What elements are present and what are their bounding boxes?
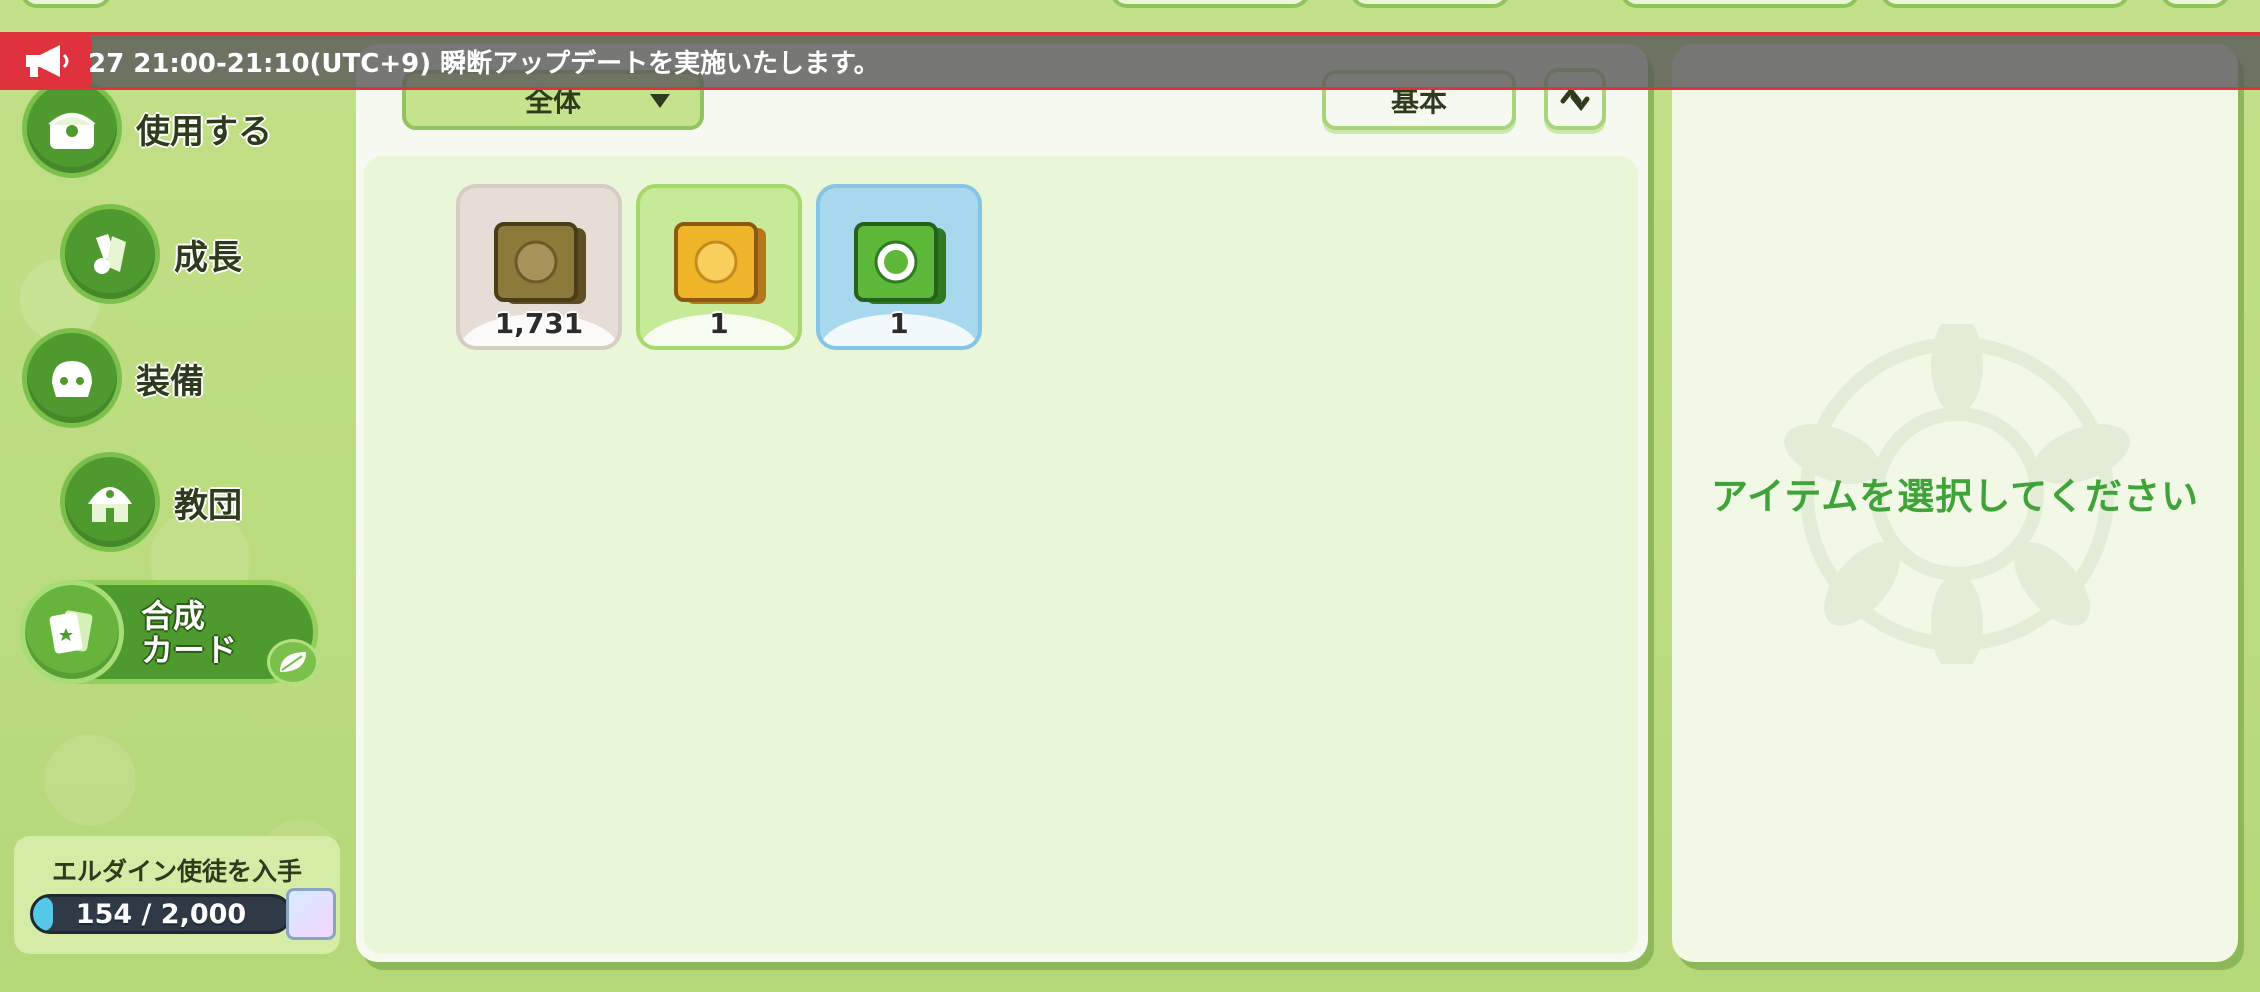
- top-button-right[interactable]: [2160, 0, 2230, 8]
- card-pack-icon: [674, 222, 766, 304]
- announcement-banner[interactable]: 27 21:00-21:10(UTC+9) 瞬断アップデートを実施いたします。: [0, 32, 2260, 90]
- sidebar-item-growth[interactable]: 成長: [60, 204, 242, 304]
- sidebar-item-label: 教団: [174, 485, 242, 526]
- item-count: 1: [709, 307, 729, 340]
- sidebar-item-label: 使用する: [136, 111, 272, 152]
- item-count: 1,731: [494, 307, 584, 340]
- apostle-progress-panel[interactable]: エルダイン使徒を入手 154 / 2,000: [14, 836, 340, 954]
- progress-title: エルダイン使徒を入手: [51, 857, 302, 886]
- sidebar-item-equipment[interactable]: 装備: [22, 328, 204, 428]
- top-currency-1[interactable]: [1110, 0, 1310, 8]
- top-bar: [0, 0, 2260, 30]
- top-button-left[interactable]: [20, 0, 112, 8]
- card-pack-icon: [494, 222, 586, 304]
- card-pack-icon: [854, 222, 946, 304]
- treasure-chest-icon: [22, 78, 122, 178]
- announcement-text: 27 21:00-21:10(UTC+9) 瞬断アップデートを実施いたします。: [88, 48, 880, 79]
- sidebar-item-label: 成長: [174, 237, 242, 278]
- top-currency-4[interactable]: [1880, 0, 2130, 8]
- item-slot[interactable]: 1: [636, 184, 802, 350]
- sidebar-item-label: 装備: [136, 361, 204, 402]
- armor-icon: [22, 328, 122, 428]
- temple-icon: [60, 452, 160, 552]
- sidebar-item-cult[interactable]: 教団: [60, 452, 242, 552]
- empty-selection-message: アイテムを選択してください: [1710, 475, 2200, 518]
- progress-value: 154 / 2,000: [75, 899, 247, 930]
- leaf-icon: [267, 639, 319, 685]
- item-count: 1: [889, 307, 909, 340]
- potion-icon: [60, 204, 160, 304]
- card-icon: [20, 580, 124, 684]
- top-currency-3[interactable]: [1620, 0, 1860, 8]
- top-currency-2[interactable]: [1350, 0, 1510, 8]
- megaphone-icon: [0, 32, 92, 90]
- apostle-card-icon: [286, 888, 336, 940]
- sidebar-item-synthesis-card[interactable]: 合成 カード: [20, 580, 319, 685]
- sidebar-item-use[interactable]: 使用する: [22, 78, 272, 178]
- progress-bar: 154 / 2,000: [30, 894, 292, 934]
- item-slot[interactable]: 1,731: [456, 184, 622, 350]
- chevron-down-icon: [650, 94, 670, 108]
- item-slot[interactable]: 1: [816, 184, 982, 350]
- sidebar-item-label: 合成 カード: [141, 597, 238, 669]
